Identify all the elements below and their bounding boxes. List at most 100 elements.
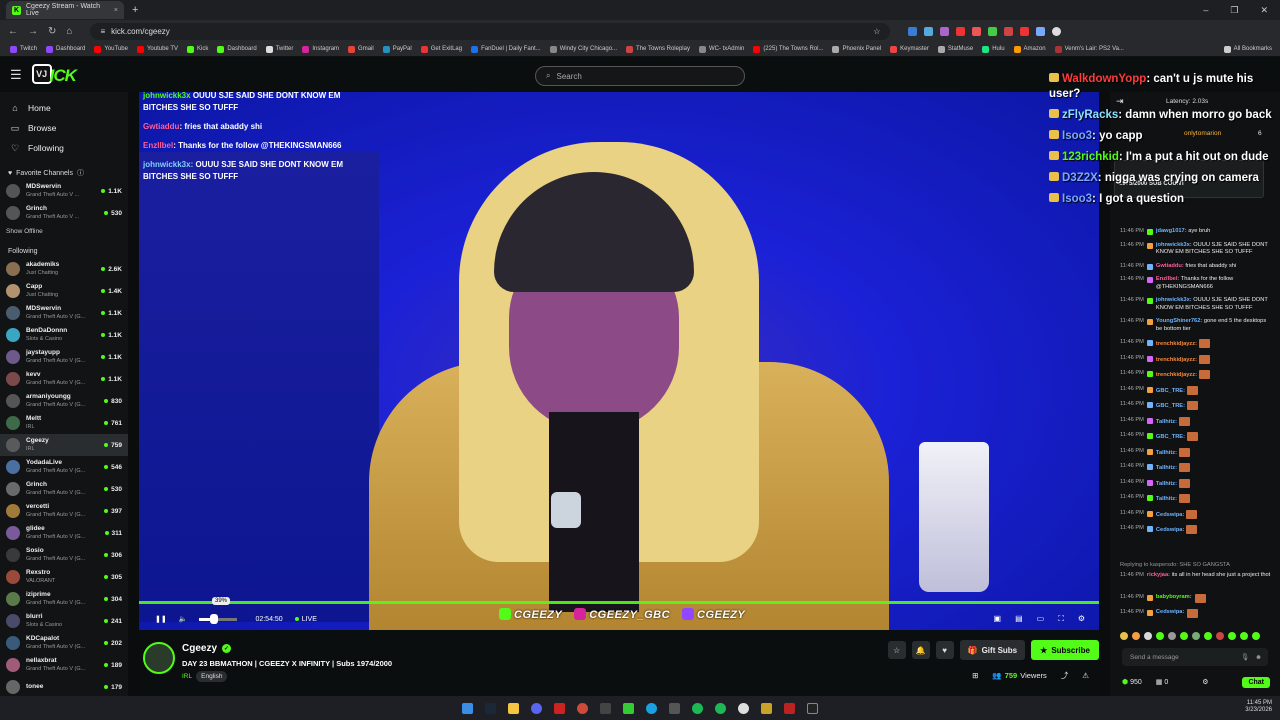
sidebar-channel[interactable]: MDSwervin Grand Theft Auto V (G... 1.1K xyxy=(0,302,128,324)
browser-tab[interactable]: K Cgeezy Stream - Watch Live × xyxy=(6,1,124,19)
chat-message[interactable]: 11:46 PM Tallhitz: xyxy=(1110,463,1280,473)
emote-icon[interactable] xyxy=(1216,632,1224,640)
back-icon[interactable]: ← xyxy=(8,26,18,37)
emote-icon[interactable] xyxy=(1228,632,1236,640)
bookmark-item[interactable]: (225) The Towns Rol... xyxy=(753,45,823,53)
subscribe-button[interactable]: ★ Subscribe xyxy=(1031,640,1099,660)
chat-message[interactable]: 11:46 PM Enzllbel: Thanks for the follow … xyxy=(1110,276,1280,291)
close-window-button[interactable]: ✕ xyxy=(1260,5,1268,16)
profile-avatar[interactable] xyxy=(1052,26,1062,36)
extension-icon[interactable] xyxy=(956,26,966,36)
spotify-icon[interactable] xyxy=(715,702,726,714)
app-icon[interactable] xyxy=(807,702,818,714)
chat-message[interactable]: 11:46 PM trenchkidjayzz: xyxy=(1110,354,1280,365)
nav-home[interactable]: ⌂ Home xyxy=(0,98,128,118)
new-tab-button[interactable]: + xyxy=(132,4,138,16)
notification-bell-button[interactable]: 🔔 xyxy=(911,641,930,659)
bookmark-item[interactable]: Hulu xyxy=(982,45,1005,53)
menu-icon[interactable]: ☰ xyxy=(10,67,22,83)
steam-icon[interactable] xyxy=(485,702,496,714)
bookmark-item[interactable]: Dashboard xyxy=(217,45,257,53)
extension-icon[interactable] xyxy=(908,26,918,36)
bookmark-item[interactable]: Venm's Lair: PS2 Va... xyxy=(1054,45,1124,53)
clip-icon[interactable]: ▣ xyxy=(994,614,1002,624)
sidebar-channel[interactable]: glidee Grand Theft Auto V (G... 311 xyxy=(0,522,128,544)
close-tab-icon[interactable]: × xyxy=(114,7,118,14)
volume-slider[interactable] xyxy=(199,613,238,624)
app-icon[interactable] xyxy=(692,702,703,714)
chat-username[interactable]: trenchkidjayzz: xyxy=(1156,372,1197,378)
sidebar-channel[interactable]: armaniyoungg Grand Theft Auto V (G... 830 xyxy=(0,390,128,412)
bookmark-item[interactable]: YouTube xyxy=(94,45,128,53)
chat-message[interactable]: 11:46 PM trenchkidjayzz: xyxy=(1110,370,1280,380)
chat-username[interactable]: Tallhitz: xyxy=(1156,496,1177,502)
gift-subs-button[interactable]: 🎁 Gift Subs xyxy=(959,640,1026,660)
app-icon[interactable] xyxy=(600,702,611,714)
chat-message[interactable]: 11:46 PM johnwickk3x: OUUU SJE SAID SHE D… xyxy=(1110,297,1280,312)
bookmark-item[interactable]: Youtube TV xyxy=(136,45,178,53)
chat-username[interactable]: Cedswipa: xyxy=(1156,609,1184,617)
emote-icon[interactable] xyxy=(1192,632,1200,640)
maximize-button[interactable]: ❐ xyxy=(1230,5,1238,16)
bookmark-item[interactable]: Kick xyxy=(186,45,208,53)
sidebar-channel[interactable]: Grinch Grand Theft Auto V (G... 530 xyxy=(0,478,128,500)
bookmark-item[interactable]: Get ExitLag xyxy=(420,45,462,53)
sidebar-channel[interactable]: KDCapalot Grand Theft Auto V (G... 202 xyxy=(0,632,128,654)
file-explorer-icon[interactable] xyxy=(508,702,519,714)
emote-icon[interactable] xyxy=(1144,632,1152,640)
chat-username[interactable]: GBC_TRE: xyxy=(1156,403,1185,409)
chat-username[interactable]: Cedswipa: xyxy=(1156,512,1184,518)
chat-counter[interactable]: ▦ 0 xyxy=(1156,678,1168,686)
favorite-star-button[interactable]: ☆ xyxy=(887,641,906,659)
bookmark-item[interactable]: Dashboard xyxy=(46,45,85,53)
bookmark-item[interactable]: Keymaster xyxy=(890,45,929,53)
chat-message[interactable]: 11:46 PM rickyjaa: its all in her head sh… xyxy=(1110,572,1280,580)
chat-message[interactable]: 11:46 PM Cedswipa: xyxy=(1110,509,1280,520)
sidebar-channel[interactable]: Rexstro VALORANT 305 xyxy=(0,566,128,588)
chat-message[interactable]: 11:46 PM YoungShiner762: gone end 5 the d… xyxy=(1110,318,1280,333)
app-icon[interactable] xyxy=(646,702,657,714)
start-icon[interactable] xyxy=(462,702,473,714)
extension-icon[interactable] xyxy=(1004,26,1014,36)
chat-message[interactable]: 11:46 PM jdawg1017: aye bruh xyxy=(1110,228,1280,236)
theater-icon[interactable]: ▤ xyxy=(1015,614,1023,624)
all-bookmarks[interactable]: All Bookmarks xyxy=(1223,45,1280,53)
language-tag[interactable]: English xyxy=(196,671,228,682)
bookmark-item[interactable]: Windy City Chicago... xyxy=(549,45,617,53)
reload-icon[interactable]: ↻ xyxy=(48,26,56,37)
emote-icon[interactable] xyxy=(1168,632,1176,640)
emoji-icon[interactable]: ☻ xyxy=(1255,654,1262,661)
chat-username[interactable]: babyboyram: xyxy=(1156,594,1192,602)
chat-username[interactable]: Tallhitz: xyxy=(1156,419,1177,425)
bookmark-item[interactable]: The Towns Roleplay xyxy=(626,45,690,53)
adobe-icon[interactable] xyxy=(554,702,565,714)
live-badge[interactable]: LIVE xyxy=(294,616,317,623)
sidebar-channel[interactable]: Grinch Grand Theft Auto V ... 530 xyxy=(0,202,128,224)
bookmark-item[interactable]: PayPal xyxy=(382,45,412,53)
report-icon[interactable]: ⚠ xyxy=(1082,671,1089,680)
bookmark-item[interactable]: Twitch xyxy=(10,45,37,53)
sidebar-channel[interactable]: BenDaDonnn Slots & Casino 1.1K xyxy=(0,324,128,346)
emote-icon[interactable] xyxy=(1156,632,1164,640)
chat-username[interactable]: Tallhitz: xyxy=(1156,450,1177,456)
discord-icon[interactable] xyxy=(531,702,542,714)
app-icon[interactable] xyxy=(761,702,772,714)
sidebar-channel[interactable]: tonee 179 xyxy=(0,676,128,698)
bookmark-star-icon[interactable]: ☆ xyxy=(873,27,880,36)
kick-logo[interactable]: VJ ICK xyxy=(31,63,86,86)
chat-send-button[interactable]: Chat xyxy=(1242,676,1270,688)
info-icon[interactable]: ⓘ xyxy=(77,168,84,178)
forward-icon[interactable]: → xyxy=(28,26,38,37)
sidebar-channel[interactable]: vercetti Grand Theft Auto V (G... 397 xyxy=(0,500,128,522)
extension-icon[interactable] xyxy=(940,26,950,36)
app-icon[interactable] xyxy=(738,702,749,714)
chat-message[interactable]: 11:46 PM GBC_TRE: xyxy=(1110,385,1280,396)
emote-icon[interactable] xyxy=(1240,632,1248,640)
sidebar-channel[interactable]: akademiks Just Chatting 2.6K xyxy=(0,258,128,280)
bookmark-item[interactable]: Twitter xyxy=(265,45,293,53)
chat-message[interactable]: 11:46 PM GBC_TRE: xyxy=(1110,432,1280,442)
sidebar-channel[interactable]: jaystayupp Grand Theft Auto V (G... 1.1K xyxy=(0,346,128,368)
chat-message[interactable]: 11:46 PM johnwickk3x: OUUU SJE SAID SHE D… xyxy=(1110,242,1280,257)
search-input[interactable]: ⌕ Search xyxy=(535,66,745,86)
chat-settings-icon[interactable]: ⚙ xyxy=(1202,678,1208,686)
